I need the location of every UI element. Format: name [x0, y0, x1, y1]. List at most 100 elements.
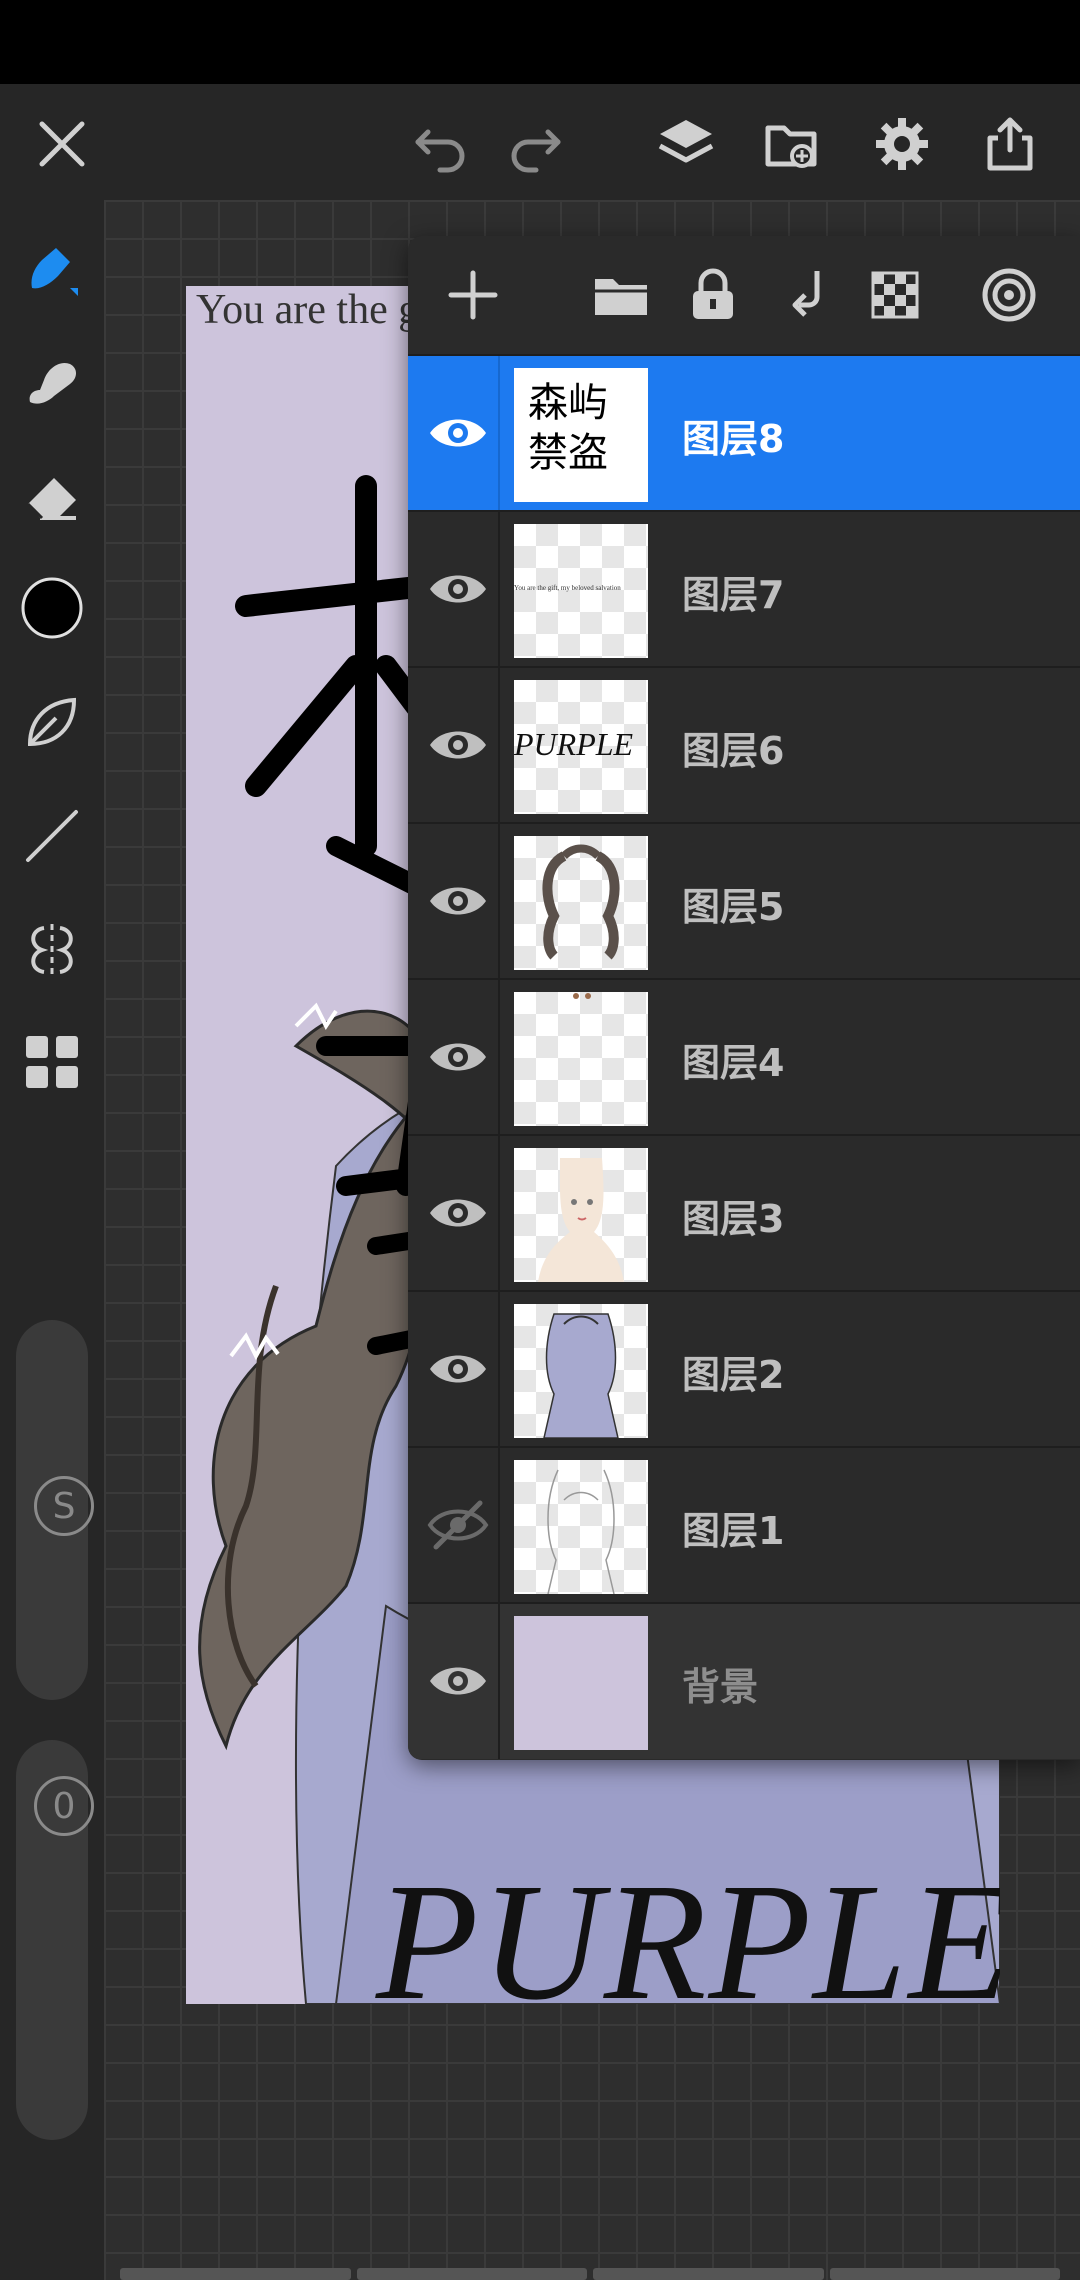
- thumbnail-calligraphy: 森屿 禁盗: [528, 380, 608, 476]
- undo-button[interactable]: [400, 104, 480, 184]
- line-icon: [26, 810, 78, 862]
- layer-row[interactable]: 森屿 禁盗 图层8: [408, 354, 1080, 511]
- share-button[interactable]: [970, 104, 1050, 184]
- layer-name: 图层5: [682, 885, 785, 929]
- layers-button[interactable]: [646, 104, 726, 184]
- visibility-eye-icon[interactable]: [426, 1181, 490, 1245]
- face-thumbnail-art: [538, 1158, 624, 1282]
- layer-row[interactable]: 图层5: [408, 822, 1080, 979]
- layer-thumbnail: You are the gift, my beloved salvation: [514, 524, 648, 658]
- top-toolbar: [0, 84, 1080, 200]
- grid-layout-tool[interactable]: [12, 1022, 92, 1102]
- row-divider: [498, 1292, 500, 1447]
- layer-row[interactable]: You are the gift, my beloved salvation 图…: [408, 510, 1080, 667]
- layer-thumbnail: [514, 992, 648, 1126]
- leaf-stroke-icon: [27, 697, 77, 747]
- settings-button[interactable]: [862, 104, 942, 184]
- line-tool[interactable]: [12, 796, 92, 876]
- layers-panel: 森屿 禁盗 图层8 You are the gift, my beloved s…: [408, 236, 1080, 1760]
- reference-button[interactable]: [974, 260, 1044, 330]
- visibility-eye-icon[interactable]: [426, 713, 490, 777]
- layer-group-button[interactable]: [586, 260, 656, 330]
- share-icon: [987, 117, 1033, 171]
- row-divider: [498, 980, 500, 1135]
- settings-icon: [876, 118, 928, 170]
- layer-thumbnail: [514, 1304, 648, 1438]
- visibility-eye-icon[interactable]: [426, 401, 490, 465]
- brush-size-label: S: [34, 1476, 94, 1536]
- gallery-import-icon: [765, 125, 817, 168]
- folder-icon: [595, 279, 647, 315]
- alpha-lock-button[interactable]: [860, 260, 930, 330]
- visibility-eye-icon[interactable]: [426, 1649, 490, 1713]
- dress-thumbnail-art: [543, 1313, 619, 1438]
- leaf-stroke-tool[interactable]: [12, 682, 92, 762]
- layer-name: 图层8: [682, 417, 785, 461]
- visibility-eye-icon[interactable]: [426, 1025, 490, 1089]
- thumbnail-text: PURPLE: [514, 726, 634, 762]
- grid-layout-icon: [26, 1036, 78, 1088]
- redo-button[interactable]: [496, 104, 576, 184]
- lock-icon: [693, 268, 733, 319]
- lock-layer-button[interactable]: [678, 260, 748, 330]
- layers-icon: [658, 120, 714, 163]
- layer-row[interactable]: 图层2: [408, 1290, 1080, 1447]
- visibility-eye-icon[interactable]: [426, 557, 490, 621]
- row-divider: [498, 668, 500, 823]
- layer-thumbnail: 森屿 禁盗: [514, 368, 648, 502]
- row-divider: [498, 356, 500, 511]
- gallery-import-button[interactable]: [752, 104, 832, 184]
- background-layer-row[interactable]: 背景: [408, 1602, 1080, 1759]
- bottom-tab-strip: [120, 2268, 1060, 2280]
- layer4-thumbnail-art: [573, 993, 591, 999]
- merge-down-icon: [792, 271, 820, 317]
- layer-name: 图层1: [682, 1509, 785, 1553]
- layer-name: 图层7: [682, 573, 785, 617]
- layer-name: 背景: [682, 1665, 759, 1709]
- visibility-eye-icon[interactable]: [426, 869, 490, 933]
- add-layer-icon: [448, 270, 498, 320]
- layer-name: 图层6: [682, 729, 785, 773]
- undo-icon: [415, 129, 465, 173]
- close-icon: [39, 121, 85, 167]
- symmetry-icon: [31, 924, 73, 976]
- row-divider: [498, 512, 500, 667]
- add-layer-button[interactable]: [438, 260, 508, 330]
- row-divider: [498, 1136, 500, 1291]
- brush-size-slider[interactable]: S: [16, 1320, 94, 1700]
- layer-row[interactable]: 图层1: [408, 1446, 1080, 1603]
- opacity-label: 0: [34, 1776, 94, 1836]
- target-icon: [982, 268, 1036, 322]
- checkerboard-icon: [871, 271, 919, 319]
- layers-panel-header: [408, 236, 1080, 354]
- layer-row[interactable]: 图层3: [408, 1134, 1080, 1291]
- layer-thumbnail: [514, 836, 648, 970]
- merge-down-button[interactable]: [770, 260, 840, 330]
- layer-row[interactable]: PURPLE 图层6: [408, 666, 1080, 823]
- hair-thumbnail-art: [542, 844, 620, 960]
- eraser-tool[interactable]: [12, 456, 92, 536]
- layer-name: 图层3: [682, 1197, 785, 1241]
- background-color-thumbnail: [514, 1616, 648, 1750]
- thumbnail-text: You are the gift, my beloved salvation: [514, 584, 621, 592]
- brush-tool[interactable]: [12, 230, 92, 310]
- row-divider: [498, 824, 500, 979]
- close-button[interactable]: [22, 104, 102, 184]
- symmetry-tool[interactable]: [12, 910, 92, 990]
- layer-name: 图层4: [682, 1041, 785, 1085]
- row-divider: [498, 1448, 500, 1603]
- layer-name: 图层2: [682, 1353, 785, 1397]
- eraser-icon: [26, 478, 76, 520]
- opacity-slider[interactable]: 0: [16, 1740, 94, 2140]
- visibility-eye-icon[interactable]: [426, 1337, 490, 1401]
- sketch-thumbnail-art: [547, 1469, 615, 1594]
- redo-icon: [511, 129, 561, 173]
- layer-row[interactable]: 图层4: [408, 978, 1080, 1135]
- visibility-hidden-icon[interactable]: [426, 1493, 490, 1557]
- layer-thumbnail: [514, 1148, 648, 1282]
- color-swatch[interactable]: [12, 568, 92, 648]
- row-divider: [498, 1604, 500, 1759]
- artwork-purple-text: PURPLE: [376, 1849, 1000, 2004]
- smudge-tool[interactable]: [12, 342, 92, 422]
- smudge-icon: [29, 362, 76, 404]
